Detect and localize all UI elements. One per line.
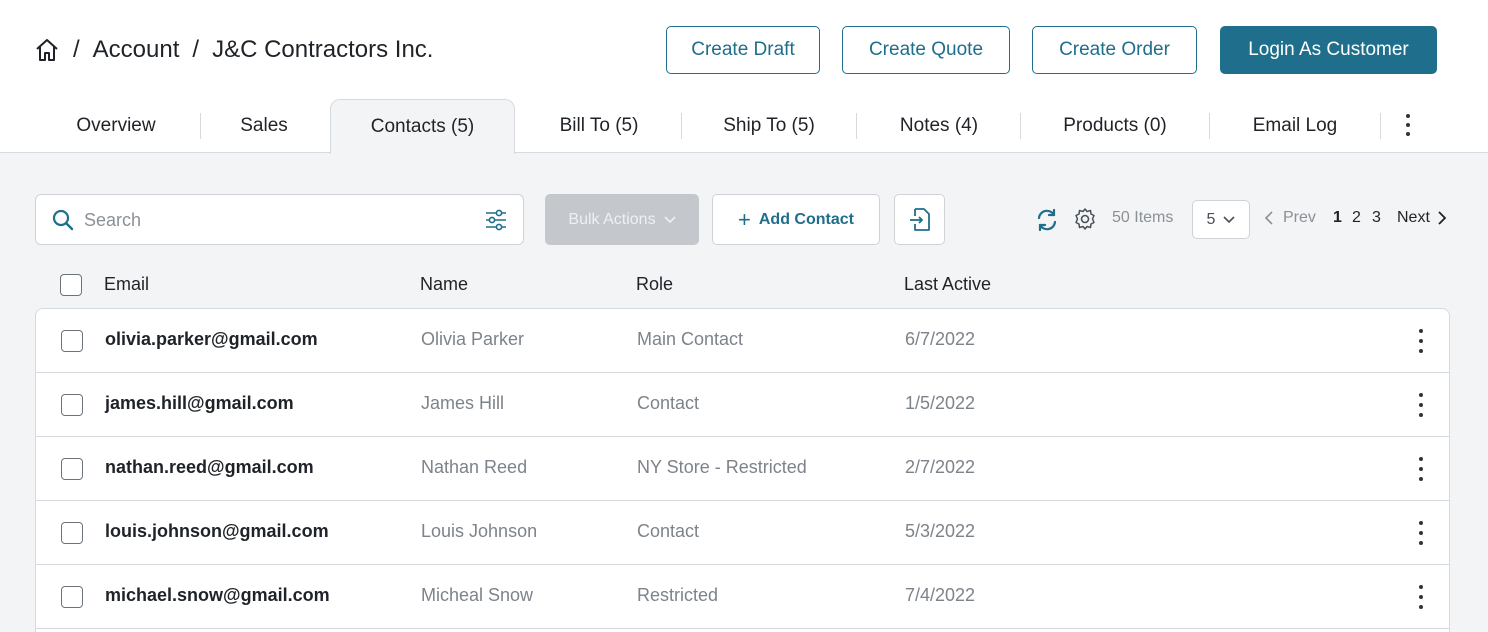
tab-bill-to[interactable]: Bill To (5) xyxy=(518,99,680,153)
per-page-select[interactable]: 5 xyxy=(1192,200,1250,239)
select-all-checkbox[interactable] xyxy=(60,274,82,296)
contact-role: Contact xyxy=(637,521,700,541)
breadcrumb: / Account / J&C Contractors Inc. xyxy=(34,32,433,68)
row-checkbox[interactable] xyxy=(61,522,83,544)
add-contact-button[interactable]: + Add Contact xyxy=(712,194,880,245)
tab-overview[interactable]: Overview xyxy=(34,99,198,153)
contact-last-active: 6/7/2022 xyxy=(905,329,976,349)
row-kebab-icon[interactable] xyxy=(1416,457,1426,481)
refresh-icon[interactable] xyxy=(1035,208,1059,232)
row-kebab-icon[interactable] xyxy=(1416,393,1426,417)
items-count: 50 Items xyxy=(1112,209,1174,226)
contact-email[interactable]: louis.johnson@gmail.com xyxy=(105,521,329,542)
contact-last-active: 5/3/2022 xyxy=(905,521,976,541)
breadcrumb-separator: / xyxy=(192,36,200,63)
plus-icon: + xyxy=(738,206,751,232)
contact-name: James Hill xyxy=(421,393,505,413)
breadcrumb-account[interactable]: Account xyxy=(93,36,180,64)
tab-divider xyxy=(200,113,201,139)
row-checkbox[interactable] xyxy=(61,586,83,608)
chevron-right-icon xyxy=(1438,211,1447,225)
row-kebab-icon[interactable] xyxy=(1416,585,1426,609)
page-1[interactable]: 1 xyxy=(1333,209,1342,227)
top-header: / Account / J&C Contractors Inc. Create … xyxy=(0,0,1488,154)
column-name[interactable]: Name xyxy=(420,274,468,295)
search-box xyxy=(35,194,524,245)
home-icon[interactable] xyxy=(34,37,60,63)
next-page-button[interactable]: Next xyxy=(1397,209,1447,227)
row-kebab-icon[interactable] xyxy=(1416,329,1426,353)
tab-ship-to[interactable]: Ship To (5) xyxy=(682,99,856,153)
tab-notes[interactable]: Notes (4) xyxy=(857,99,1021,153)
tab-contacts[interactable]: Contacts (5) xyxy=(330,99,515,154)
tab-products[interactable]: Products (0) xyxy=(1021,99,1209,153)
contact-last-active: 2/7/2022 xyxy=(905,457,976,477)
contact-role: Contact xyxy=(637,393,700,413)
breadcrumb-separator: / xyxy=(73,36,80,63)
chevron-left-icon xyxy=(1264,211,1273,225)
chevron-down-icon xyxy=(1223,215,1236,223)
row-checkbox[interactable] xyxy=(61,458,83,480)
row-checkbox[interactable] xyxy=(61,394,83,416)
column-email[interactable]: Email xyxy=(104,274,149,295)
prev-page-button[interactable]: Prev xyxy=(1264,209,1316,227)
contact-role: Main Contact xyxy=(637,329,744,349)
row-kebab-icon[interactable] xyxy=(1416,521,1426,545)
gear-icon[interactable] xyxy=(1073,207,1097,231)
contact-name: Olivia Parker xyxy=(421,329,525,349)
bulk-actions-button[interactable]: Bulk Actions xyxy=(545,194,699,245)
tab-email-log[interactable]: Email Log xyxy=(1210,99,1380,153)
page-2[interactable]: 2 xyxy=(1352,209,1361,227)
login-as-customer-button[interactable]: Login As Customer xyxy=(1220,26,1437,74)
create-quote-button[interactable]: Create Quote xyxy=(842,26,1010,74)
table-row[interactable]: louis.johnson@gmail.com Louis Johnson Co… xyxy=(36,501,1449,565)
more-tabs-kebab-icon[interactable] xyxy=(1403,114,1413,136)
contact-last-active: 1/5/2022 xyxy=(905,393,976,413)
create-order-button[interactable]: Create Order xyxy=(1032,26,1197,74)
page-3[interactable]: 3 xyxy=(1372,209,1381,227)
add-contact-label: Add Contact xyxy=(758,210,854,228)
contact-name: Nathan Reed xyxy=(421,457,528,477)
column-role[interactable]: Role xyxy=(636,274,673,295)
table-row[interactable]: nathan.reed@gmail.com Nathan Reed NY Sto… xyxy=(36,437,1449,501)
tab-divider xyxy=(1380,113,1381,139)
table-row[interactable]: olivia.parker@gmail.com Olivia Parker Ma… xyxy=(36,309,1449,373)
prev-label: Prev xyxy=(1283,209,1316,226)
search-input[interactable] xyxy=(84,205,464,235)
column-last-active[interactable]: Last Active xyxy=(904,274,991,295)
breadcrumb-company: J&C Contractors Inc. xyxy=(212,36,434,63)
contact-name: Louis Johnson xyxy=(421,521,538,541)
contacts-table: olivia.parker@gmail.com Olivia Parker Ma… xyxy=(35,308,1450,632)
export-icon xyxy=(909,207,930,231)
contact-email[interactable]: nathan.reed@gmail.com xyxy=(105,457,314,478)
per-page-value: 5 xyxy=(1206,210,1216,228)
next-label: Next xyxy=(1397,209,1430,226)
contact-last-active: 7/4/2022 xyxy=(905,585,976,605)
row-checkbox[interactable] xyxy=(61,330,83,352)
contact-email[interactable]: olivia.parker@gmail.com xyxy=(105,329,318,350)
contact-name: Micheal Snow xyxy=(421,585,534,605)
contact-email[interactable]: michael.snow@gmail.com xyxy=(105,585,330,606)
contact-role: Restricted xyxy=(637,585,719,605)
contact-role: NY Store - Restricted xyxy=(637,457,807,477)
filter-icon[interactable] xyxy=(484,208,508,232)
tab-bar: Overview Sales Contacts (5) Bill To (5) … xyxy=(34,99,1454,154)
create-draft-button[interactable]: Create Draft xyxy=(666,26,820,74)
contact-email[interactable]: james.hill@gmail.com xyxy=(105,393,294,414)
search-icon xyxy=(52,209,74,231)
table-row[interactable]: james.hill@gmail.com James Hill Contact … xyxy=(36,373,1449,437)
tab-sales[interactable]: Sales xyxy=(202,99,326,153)
bulk-actions-label: Bulk Actions xyxy=(568,210,656,228)
export-button[interactable] xyxy=(894,194,945,245)
table-header: Email Name Role Last Active xyxy=(35,262,1450,308)
chevron-down-icon xyxy=(664,215,676,223)
table-row[interactable]: michael.snow@gmail.com Micheal Snow Rest… xyxy=(36,565,1449,629)
